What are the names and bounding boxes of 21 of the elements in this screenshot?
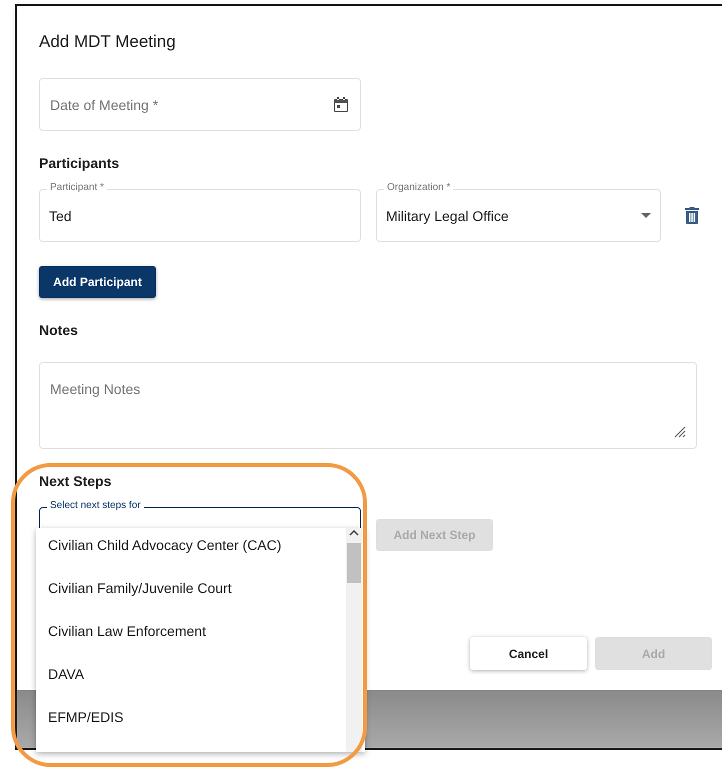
calendar-icon[interactable] <box>332 96 350 114</box>
notes-field[interactable]: Meeting Notes <box>39 362 697 449</box>
scroll-thumb[interactable] <box>347 543 361 583</box>
section-heading: Participants <box>39 155 120 171</box>
scroll-up-icon[interactable] <box>349 530 359 536</box>
organization-select[interactable]: Organization * Military Legal Office <box>376 182 661 242</box>
section-heading: Notes <box>39 322 79 338</box>
dropdown-option[interactable]: EFMP/EDIS <box>36 706 346 749</box>
cancel-button[interactable]: Cancel <box>470 637 587 670</box>
dropdown-option[interactable]: DAVA <box>36 663 346 706</box>
trash-icon[interactable] <box>685 206 699 224</box>
dropdown-option[interactable]: Civilian Family/Juvenile Court <box>36 577 346 620</box>
add-participant-button[interactable]: Add Participant <box>39 266 156 298</box>
date-field[interactable]: Date of Meeting * <box>39 78 361 131</box>
scrollbar[interactable] <box>346 528 362 752</box>
section-heading: Next Steps <box>39 473 112 489</box>
participant-field[interactable]: Participant * Ted <box>39 182 361 242</box>
dropdown-option[interactable]: Civilian Law Enforcement <box>36 620 346 663</box>
dialog-title: Add MDT Meeting <box>39 32 177 52</box>
resize-handle-icon[interactable] <box>674 426 686 438</box>
caret-icon <box>641 213 651 218</box>
